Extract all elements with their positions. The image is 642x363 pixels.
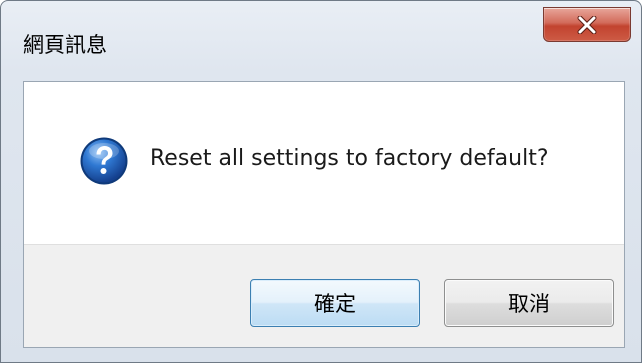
message-area: Reset all settings to factory default? bbox=[24, 82, 624, 244]
dialog-title: 網頁訊息 bbox=[23, 33, 107, 57]
close-button[interactable] bbox=[543, 7, 631, 42]
dialog-message: Reset all settings to factory default? bbox=[150, 146, 549, 171]
question-icon bbox=[79, 136, 129, 186]
dialog-body: Reset all settings to factory default? 確… bbox=[23, 81, 625, 348]
close-icon bbox=[577, 15, 597, 34]
ok-button[interactable]: 確定 bbox=[250, 279, 420, 327]
cancel-button[interactable]: 取消 bbox=[444, 279, 614, 327]
button-bar: 確定 取消 bbox=[24, 244, 624, 347]
dialog-window: 網頁訊息 Reset all settings to factory defau… bbox=[0, 0, 642, 363]
title-bar[interactable]: 網頁訊息 bbox=[1, 1, 641, 71]
